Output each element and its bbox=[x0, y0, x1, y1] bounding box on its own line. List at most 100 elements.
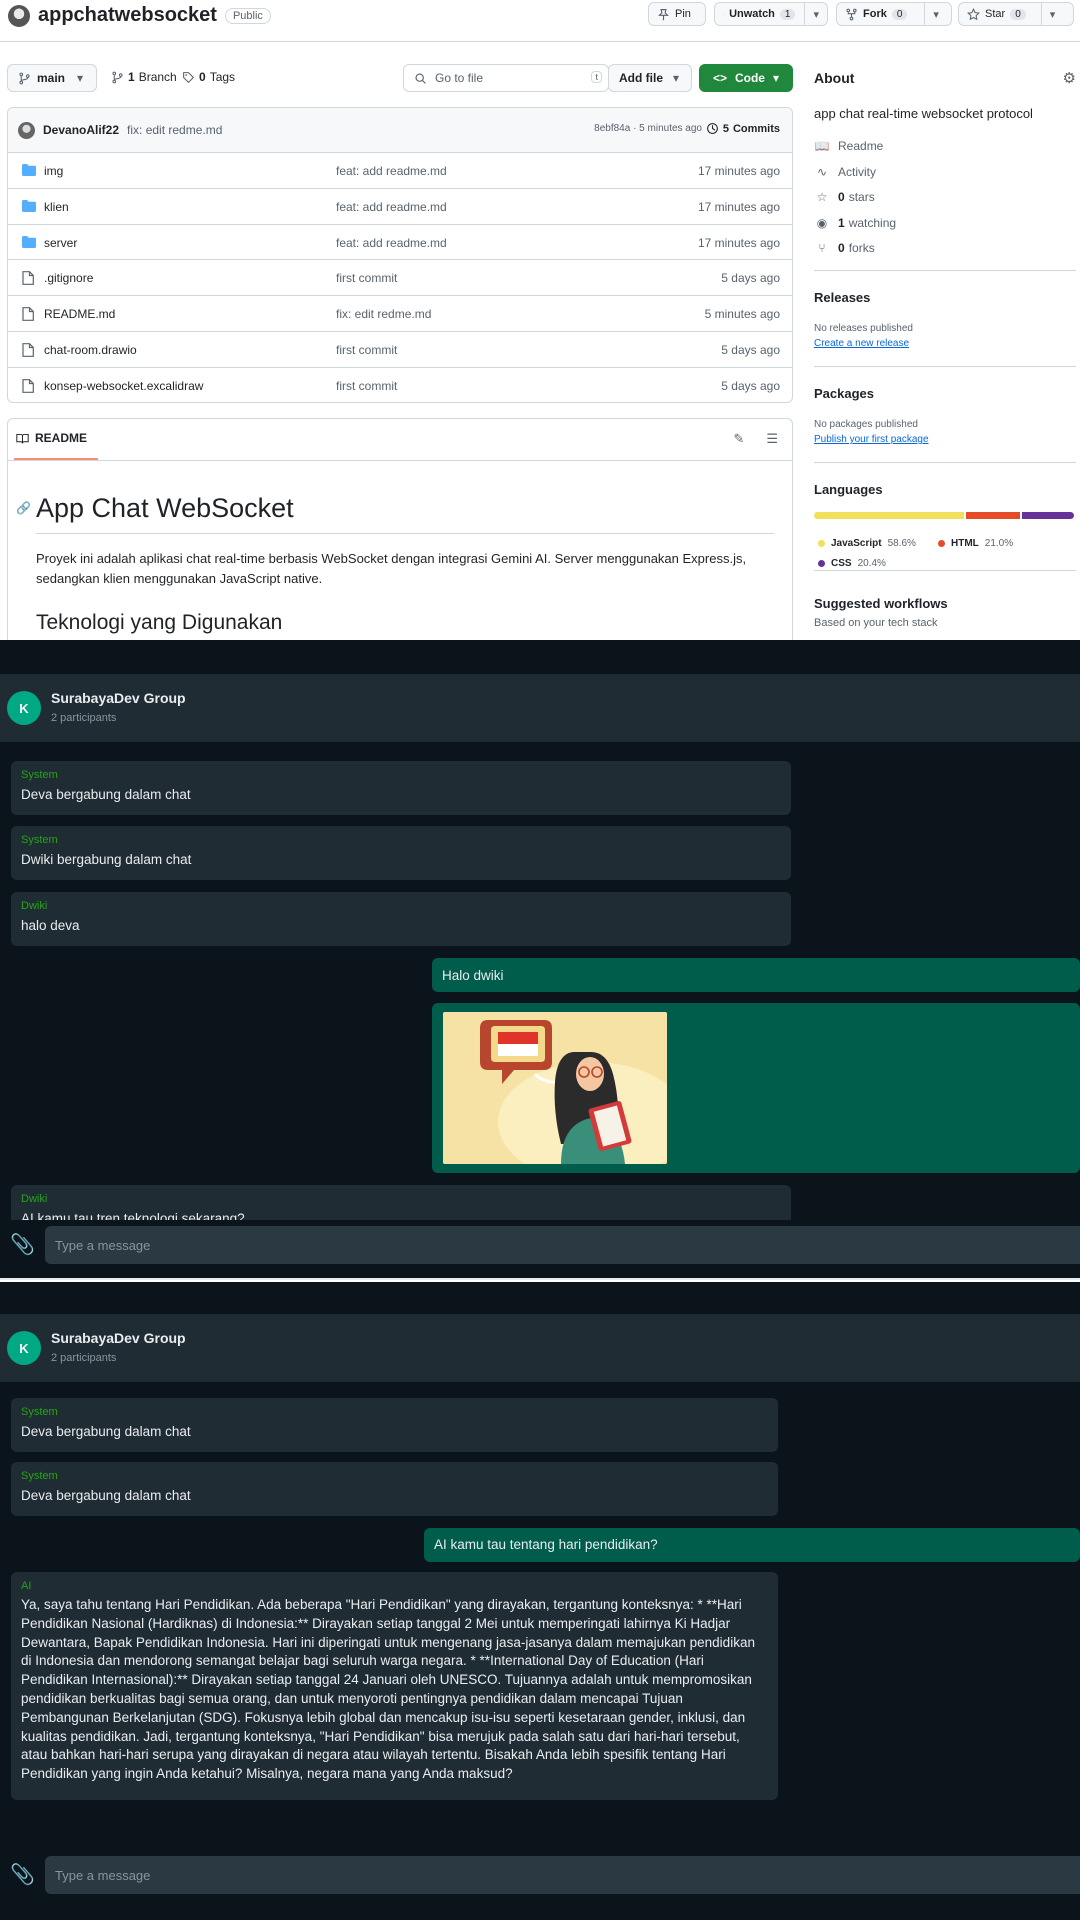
packages-title[interactable]: Packages bbox=[814, 386, 874, 401]
watching-link[interactable]: ◉ 1 watching bbox=[814, 216, 896, 230]
file-name[interactable]: server bbox=[44, 236, 77, 250]
code-label: Code bbox=[734, 71, 765, 85]
file-name[interactable]: chat-room.drawio bbox=[44, 343, 137, 357]
file-commit-message[interactable]: feat: add readme.md bbox=[336, 164, 447, 178]
anchor-link-icon[interactable]: 🔗 bbox=[16, 501, 31, 515]
commit-author[interactable]: DevanoAlif22 bbox=[43, 123, 119, 137]
fork-count: 0 bbox=[891, 8, 908, 20]
branch-selector[interactable]: main ▾ bbox=[7, 64, 97, 92]
unwatch-button[interactable]: Unwatch 1 ▾ bbox=[714, 2, 828, 26]
chevron-down-icon: ▾ bbox=[77, 71, 84, 85]
repo-name[interactable]: appchatwebsocket bbox=[38, 4, 217, 27]
activity-label: Activity bbox=[838, 165, 877, 179]
divider bbox=[814, 462, 1076, 463]
file-row[interactable]: server feat: add readme.md 17 minutes ago bbox=[8, 225, 792, 261]
group-avatar[interactable]: K bbox=[7, 691, 41, 725]
file-icon bbox=[22, 343, 34, 360]
branches-link[interactable]: 1 Branch bbox=[111, 70, 177, 84]
commits-link[interactable]: 5 Commits bbox=[706, 122, 780, 135]
readme-link[interactable]: 📖 Readme bbox=[814, 139, 884, 153]
branches-count: 1 bbox=[128, 70, 135, 84]
add-file-button[interactable]: Add file ▾ bbox=[608, 64, 692, 92]
file-row[interactable]: README.md fix: edit redme.md 5 minutes ago bbox=[8, 296, 792, 332]
shared-image[interactable] bbox=[443, 1012, 667, 1164]
go-to-file-input[interactable]: Go to file t bbox=[403, 64, 609, 92]
group-avatar[interactable]: K bbox=[7, 1331, 41, 1365]
owner-avatar[interactable] bbox=[8, 4, 30, 27]
language-item[interactable]: CSS 20.4% bbox=[818, 558, 886, 569]
file-row[interactable]: img feat: add readme.md 17 minutes ago bbox=[8, 153, 792, 189]
fork-button[interactable]: Fork 0 ▾ bbox=[836, 2, 952, 26]
file-commit-message[interactable]: feat: add readme.md bbox=[336, 200, 447, 214]
language-item[interactable]: JavaScript 58.6% bbox=[818, 538, 916, 549]
file-name[interactable]: img bbox=[44, 164, 63, 178]
file-row[interactable]: .gitignore first commit 5 days ago bbox=[8, 260, 792, 297]
tags-link[interactable]: 0 Tags bbox=[182, 70, 235, 84]
chevron-down-icon[interactable]: ▾ bbox=[924, 3, 939, 25]
outline-list-icon[interactable]: ☰ bbox=[766, 431, 778, 447]
edit-pencil-icon[interactable]: ✎ bbox=[733, 431, 744, 447]
paperclip-icon[interactable]: 📎 bbox=[10, 1232, 35, 1257]
gear-icon[interactable]: ⚙ bbox=[1063, 69, 1076, 87]
file-row[interactable]: chat-room.drawio first commit 5 days ago bbox=[8, 332, 792, 368]
stars-link[interactable]: ☆ 0 stars bbox=[814, 190, 875, 204]
participants-count: 2 participants bbox=[51, 712, 117, 724]
file-row[interactable]: konsep-websocket.excalidraw first commit 5… bbox=[8, 368, 792, 402]
tab-readme[interactable]: README bbox=[16, 431, 87, 445]
commit-message[interactable]: fix: edit redme.md bbox=[127, 123, 222, 137]
code-button[interactable]: <> Code ▾ bbox=[699, 64, 793, 92]
unwatch-label: Unwatch bbox=[729, 8, 775, 20]
unwatch-count: 1 bbox=[779, 8, 796, 20]
github-repo-page: appchatwebsocket Public Pin Unwatch 1 ▾ … bbox=[0, 0, 1080, 640]
releases-title[interactable]: Releases bbox=[814, 290, 870, 305]
group-name: SurabayaDev Group bbox=[51, 690, 186, 706]
message-input[interactable] bbox=[45, 1856, 1080, 1894]
pin-icon bbox=[658, 8, 669, 20]
readme-subheading: Teknologi yang Digunakan bbox=[36, 611, 283, 634]
message-input[interactable] bbox=[45, 1226, 1080, 1264]
file-commit-date: 5 days ago bbox=[721, 378, 780, 393]
girl-reading-illustration bbox=[443, 1012, 667, 1164]
pin-button[interactable]: Pin bbox=[648, 2, 706, 26]
language-segment bbox=[966, 512, 1020, 519]
folder-icon bbox=[22, 199, 36, 215]
file-rows: img feat: add readme.md 17 minutes ago klie… bbox=[8, 153, 792, 402]
commit-author-avatar[interactable] bbox=[18, 121, 35, 139]
file-commit-date: 17 minutes ago bbox=[697, 199, 780, 214]
languages-bar bbox=[814, 512, 1074, 519]
eye-icon: ◉ bbox=[816, 216, 828, 230]
star-button[interactable]: Star 0 ▾ bbox=[958, 2, 1074, 26]
chevron-down-icon[interactable]: ▾ bbox=[804, 3, 819, 25]
paperclip-icon[interactable]: 📎 bbox=[10, 1862, 35, 1887]
readme-panel: README ✎ ☰ 🔗 App Chat WebSocket Proyek i… bbox=[7, 418, 793, 640]
file-icon bbox=[22, 307, 34, 324]
file-name[interactable]: konsep-websocket.excalidraw bbox=[44, 379, 203, 393]
forks-link[interactable]: ⑂ 0 forks bbox=[814, 241, 874, 255]
file-row[interactable]: klien feat: add readme.md 17 minutes ago bbox=[8, 189, 792, 225]
message-sender: Dwiki bbox=[21, 1193, 48, 1205]
file-commit-message[interactable]: first commit bbox=[336, 343, 397, 357]
chevron-down-icon[interactable]: ▾ bbox=[1040, 3, 1055, 25]
language-item[interactable]: HTML 21.0% bbox=[938, 538, 1013, 549]
file-toolbar: main ▾ 1 Branch 0 Tags Go to file t Add … bbox=[7, 64, 793, 92]
file-commit-message[interactable]: feat: add readme.md bbox=[336, 236, 447, 250]
activity-link[interactable]: ∿ Activity bbox=[814, 165, 876, 179]
file-commit-message[interactable]: first commit bbox=[336, 271, 397, 285]
file-name[interactable]: .gitignore bbox=[44, 271, 93, 285]
file-name[interactable]: klien bbox=[44, 200, 69, 214]
divider bbox=[814, 270, 1076, 271]
create-release-link[interactable]: Create a new release bbox=[814, 338, 909, 349]
file-name[interactable]: README.md bbox=[44, 307, 115, 321]
commit-meta[interactable]: 8ebf84a · 5 minutes ago bbox=[594, 123, 702, 134]
tags-label: Tags bbox=[209, 70, 236, 84]
file-commit-message[interactable]: fix: edit redme.md bbox=[336, 307, 431, 321]
commits-label: Commits bbox=[732, 122, 780, 135]
repo-header: appchatwebsocket Public Pin Unwatch 1 ▾ … bbox=[0, 0, 1080, 42]
packages-empty-text: No packages published bbox=[814, 419, 918, 430]
branch-name: main bbox=[37, 71, 66, 85]
publish-package-link[interactable]: Publish your first package bbox=[814, 434, 929, 445]
tags-count: 0 bbox=[199, 70, 206, 84]
add-file-label: Add file bbox=[619, 71, 663, 85]
star-label: Star bbox=[985, 8, 1006, 20]
file-commit-message[interactable]: first commit bbox=[336, 379, 397, 393]
